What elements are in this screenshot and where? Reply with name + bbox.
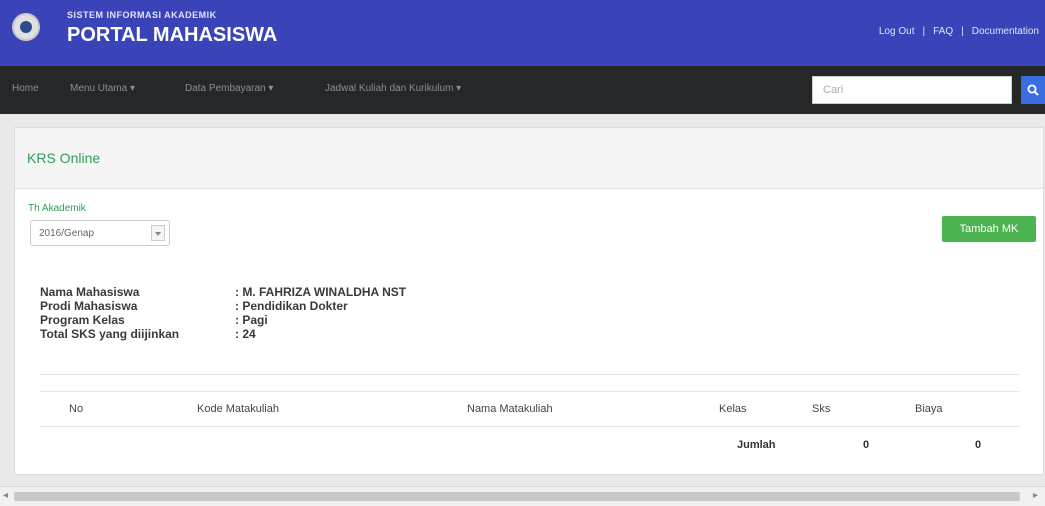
col-header-nama: Nama Matakuliah bbox=[467, 403, 553, 415]
academic-year-label: Th Akademik bbox=[28, 203, 86, 214]
info-row: Nama Mahasiswa : M. FAHRIZA WINALDHA NST bbox=[40, 285, 406, 299]
info-row: Program Kelas : Pagi bbox=[40, 313, 406, 327]
summary-sks: 0 bbox=[863, 439, 870, 451]
main-navbar: Home Menu Utama ▾ Data Pembayaran ▾ Jadw… bbox=[0, 66, 1045, 114]
brand-subtitle: SISTEM INFORMASI AKADEMIK bbox=[67, 10, 217, 20]
nav-menu-utama[interactable]: Menu Utama ▾ bbox=[70, 83, 135, 94]
info-value: : 24 bbox=[235, 327, 256, 341]
brand-title: PORTAL MAHASISWA bbox=[67, 24, 278, 46]
logout-link[interactable]: Log Out bbox=[879, 26, 915, 37]
student-info: Nama Mahasiswa: M. FAHRIZA WINALDHA NST … bbox=[40, 285, 406, 341]
search-button[interactable] bbox=[1021, 76, 1045, 104]
add-course-button[interactable]: Tambah MK bbox=[942, 216, 1036, 242]
nav-menu-utama-label: Menu Utama bbox=[70, 83, 128, 94]
info-row: Total SKS yang diijinkan : 24 bbox=[40, 327, 406, 341]
university-logo-icon bbox=[12, 13, 40, 41]
horizontal-scrollbar[interactable]: ◂ ▸ bbox=[0, 486, 1045, 506]
info-label: Total SKS yang diijinkan bbox=[40, 327, 180, 341]
panel-header: KRS Online bbox=[15, 128, 1043, 189]
info-value: : Pagi bbox=[235, 313, 268, 327]
info-label: Nama Mahasiswa bbox=[40, 285, 140, 299]
documentation-link[interactable]: Documentation bbox=[972, 26, 1039, 37]
table-top-border bbox=[40, 391, 1020, 392]
scroll-right-icon[interactable]: ▸ bbox=[1033, 490, 1038, 501]
nav-data-pembayaran[interactable]: Data Pembayaran ▾ bbox=[185, 83, 273, 94]
nav-home[interactable]: Home bbox=[12, 83, 39, 94]
panel-title: KRS Online bbox=[27, 150, 101, 166]
divider bbox=[40, 374, 1020, 375]
chevron-down-icon bbox=[151, 225, 165, 241]
academic-year-value: 2016/Genap bbox=[39, 228, 95, 239]
krs-panel: KRS Online Th Akademik 2016/Genap Tambah… bbox=[14, 127, 1044, 475]
faq-link[interactable]: FAQ bbox=[933, 26, 953, 37]
col-header-kelas: Kelas bbox=[719, 403, 747, 415]
col-header-no: No bbox=[69, 403, 84, 415]
header-links: Log Out | FAQ | Documentation bbox=[879, 26, 1039, 37]
link-separator: | bbox=[922, 26, 926, 37]
summary-label: Jumlah bbox=[737, 439, 776, 451]
info-value: : Pendidikan Dokter bbox=[235, 299, 348, 313]
top-header: SISTEM INFORMASI AKADEMIK PORTAL MAHASIS… bbox=[0, 0, 1045, 66]
table-header-border bbox=[40, 426, 1020, 427]
link-separator: | bbox=[961, 26, 964, 37]
col-header-kode: Kode Matakuliah bbox=[197, 403, 279, 415]
info-value: : M. FAHRIZA WINALDHA NST bbox=[235, 285, 407, 299]
scrollbar-thumb[interactable] bbox=[14, 492, 1020, 501]
info-label: Prodi Mahasiswa bbox=[40, 299, 138, 313]
nav-jadwal-kuliah-label: Jadwal Kuliah dan Kurikulum bbox=[325, 83, 454, 94]
search-input[interactable] bbox=[812, 76, 1012, 104]
academic-year-select[interactable]: 2016/Genap bbox=[30, 220, 170, 246]
scroll-left-icon[interactable]: ◂ bbox=[3, 490, 8, 501]
info-label: Program Kelas bbox=[40, 313, 125, 327]
nav-data-pembayaran-label: Data Pembayaran bbox=[185, 83, 266, 94]
magnifier-icon bbox=[1027, 84, 1039, 96]
col-header-sks: Sks bbox=[812, 403, 831, 415]
info-row: Prodi Mahasiswa : Pendidikan Dokter bbox=[40, 299, 406, 313]
col-header-biaya: Biaya bbox=[915, 403, 943, 415]
nav-jadwal-kuliah[interactable]: Jadwal Kuliah dan Kurikulum ▾ bbox=[325, 83, 461, 94]
summary-biaya: 0 bbox=[975, 439, 982, 451]
